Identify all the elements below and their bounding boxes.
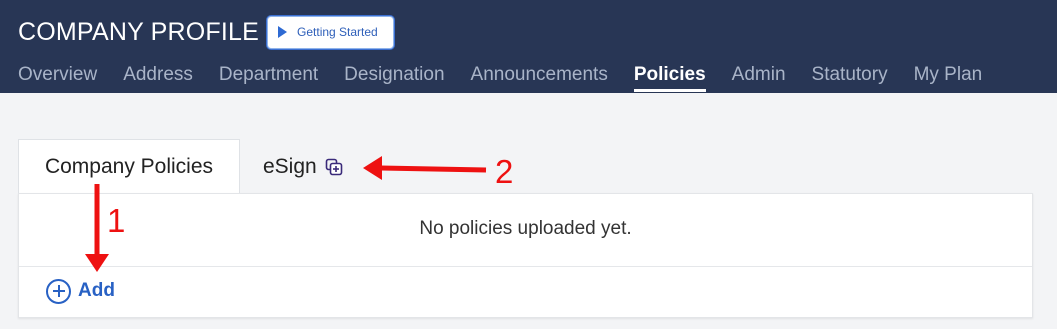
section-nav: Overview Address Department Designation … — [18, 64, 1008, 93]
esign-stamp-icon — [325, 158, 343, 175]
annotation-marker-2: 2 — [495, 153, 514, 190]
add-policy-button[interactable]: Add — [46, 278, 115, 304]
nav-item-department[interactable]: Department — [219, 64, 318, 93]
play-icon — [278, 26, 288, 38]
annotation-marker-1: 1 — [107, 202, 126, 239]
title-row: COMPANY PROFILE Getting Started — [18, 15, 395, 49]
nav-item-address[interactable]: Address — [123, 64, 193, 93]
nav-item-my-plan[interactable]: My Plan — [914, 64, 983, 93]
policies-panel: No policies uploaded yet. Add — [18, 193, 1033, 318]
tab-esign-label: eSign — [263, 154, 317, 178]
tab-esign[interactable]: eSign — [263, 139, 343, 194]
tab-company-policies[interactable]: Company Policies — [18, 139, 240, 194]
nav-item-overview[interactable]: Overview — [18, 64, 97, 93]
add-policy-label: Add — [78, 280, 115, 301]
nav-item-admin[interactable]: Admin — [732, 64, 786, 93]
nav-item-policies[interactable]: Policies — [633, 64, 706, 93]
getting-started-button[interactable]: Getting Started — [267, 15, 395, 49]
top-header: COMPANY PROFILE Getting Started Overview… — [0, 0, 1057, 93]
plus-circle-icon — [46, 278, 71, 304]
empty-state-message: No policies uploaded yet. — [419, 218, 632, 239]
panel-divider — [19, 266, 1032, 267]
policy-tabs: Company Policies eSign — [18, 139, 1033, 194]
page-title: COMPANY PROFILE — [18, 17, 260, 46]
getting-started-label: Getting Started — [297, 25, 378, 39]
nav-item-announcements[interactable]: Announcements — [471, 64, 608, 93]
tab-company-policies-label: Company Policies — [44, 154, 214, 178]
nav-item-designation[interactable]: Designation — [344, 64, 444, 93]
nav-item-statutory[interactable]: Statutory — [812, 64, 888, 93]
